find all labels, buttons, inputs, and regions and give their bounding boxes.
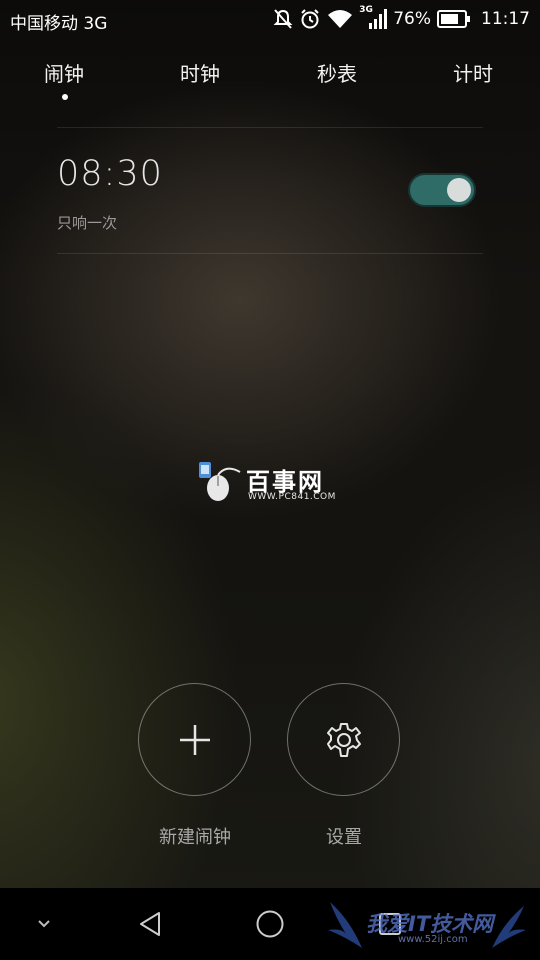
divider <box>57 253 483 254</box>
back-button[interactable] <box>120 888 180 960</box>
carrier-name: 中国移动 3G <box>10 14 108 34</box>
status-icons: 3G 76% 11:17 <box>273 5 530 30</box>
tab-stopwatch[interactable]: 秒表 <box>317 58 357 87</box>
tab-alarm[interactable]: 闹钟 <box>44 58 84 87</box>
home-circle-icon <box>256 910 284 938</box>
corner-watermark: 我爱IT技术网 www.52ij.com <box>322 900 532 952</box>
watermark-logo: 百事网 WWW.PC841.COM <box>196 460 346 502</box>
signal-indicator: 3G <box>359 5 388 30</box>
status-time: 11:17 <box>481 9 530 29</box>
plus-icon <box>179 724 210 755</box>
tab-world-clock[interactable]: 时钟 <box>180 58 220 87</box>
gear-icon <box>326 722 361 757</box>
mute-icon <box>273 9 293 29</box>
alarm-time: 08:30 <box>57 154 163 194</box>
home-button[interactable] <box>240 888 300 960</box>
divider <box>57 127 483 128</box>
toggle-knob <box>447 178 471 202</box>
settings-button[interactable] <box>287 683 400 796</box>
signal-icon <box>369 9 388 29</box>
new-alarm-button[interactable] <box>138 683 251 796</box>
settings-label: 设置 <box>326 827 362 848</box>
tab-timer[interactable]: 计时 <box>453 58 493 87</box>
alarm-repeat-label: 只响一次 <box>57 214 118 232</box>
corner-watermark-url: www.52ij.com <box>398 934 468 945</box>
wifi-icon <box>328 10 353 28</box>
alarm-icon <box>301 9 319 29</box>
back-triangle-icon <box>140 912 160 936</box>
active-tab-indicator <box>62 94 68 100</box>
hide-nav-button[interactable] <box>14 888 74 960</box>
mouse-logo-icon <box>199 462 241 501</box>
alarm-toggle[interactable] <box>408 173 476 207</box>
tab-bar: 闹钟 时钟 秒表 计时 <box>0 58 540 108</box>
new-alarm-label: 新建闹钟 <box>159 827 231 848</box>
watermark-url: WWW.PC841.COM <box>248 492 336 502</box>
chevron-down-icon <box>38 920 50 928</box>
status-bar: 中国移动 3G 3G 76% 11:17 <box>0 0 540 40</box>
battery-icon <box>437 10 470 28</box>
battery-percent: 76% <box>393 9 431 29</box>
